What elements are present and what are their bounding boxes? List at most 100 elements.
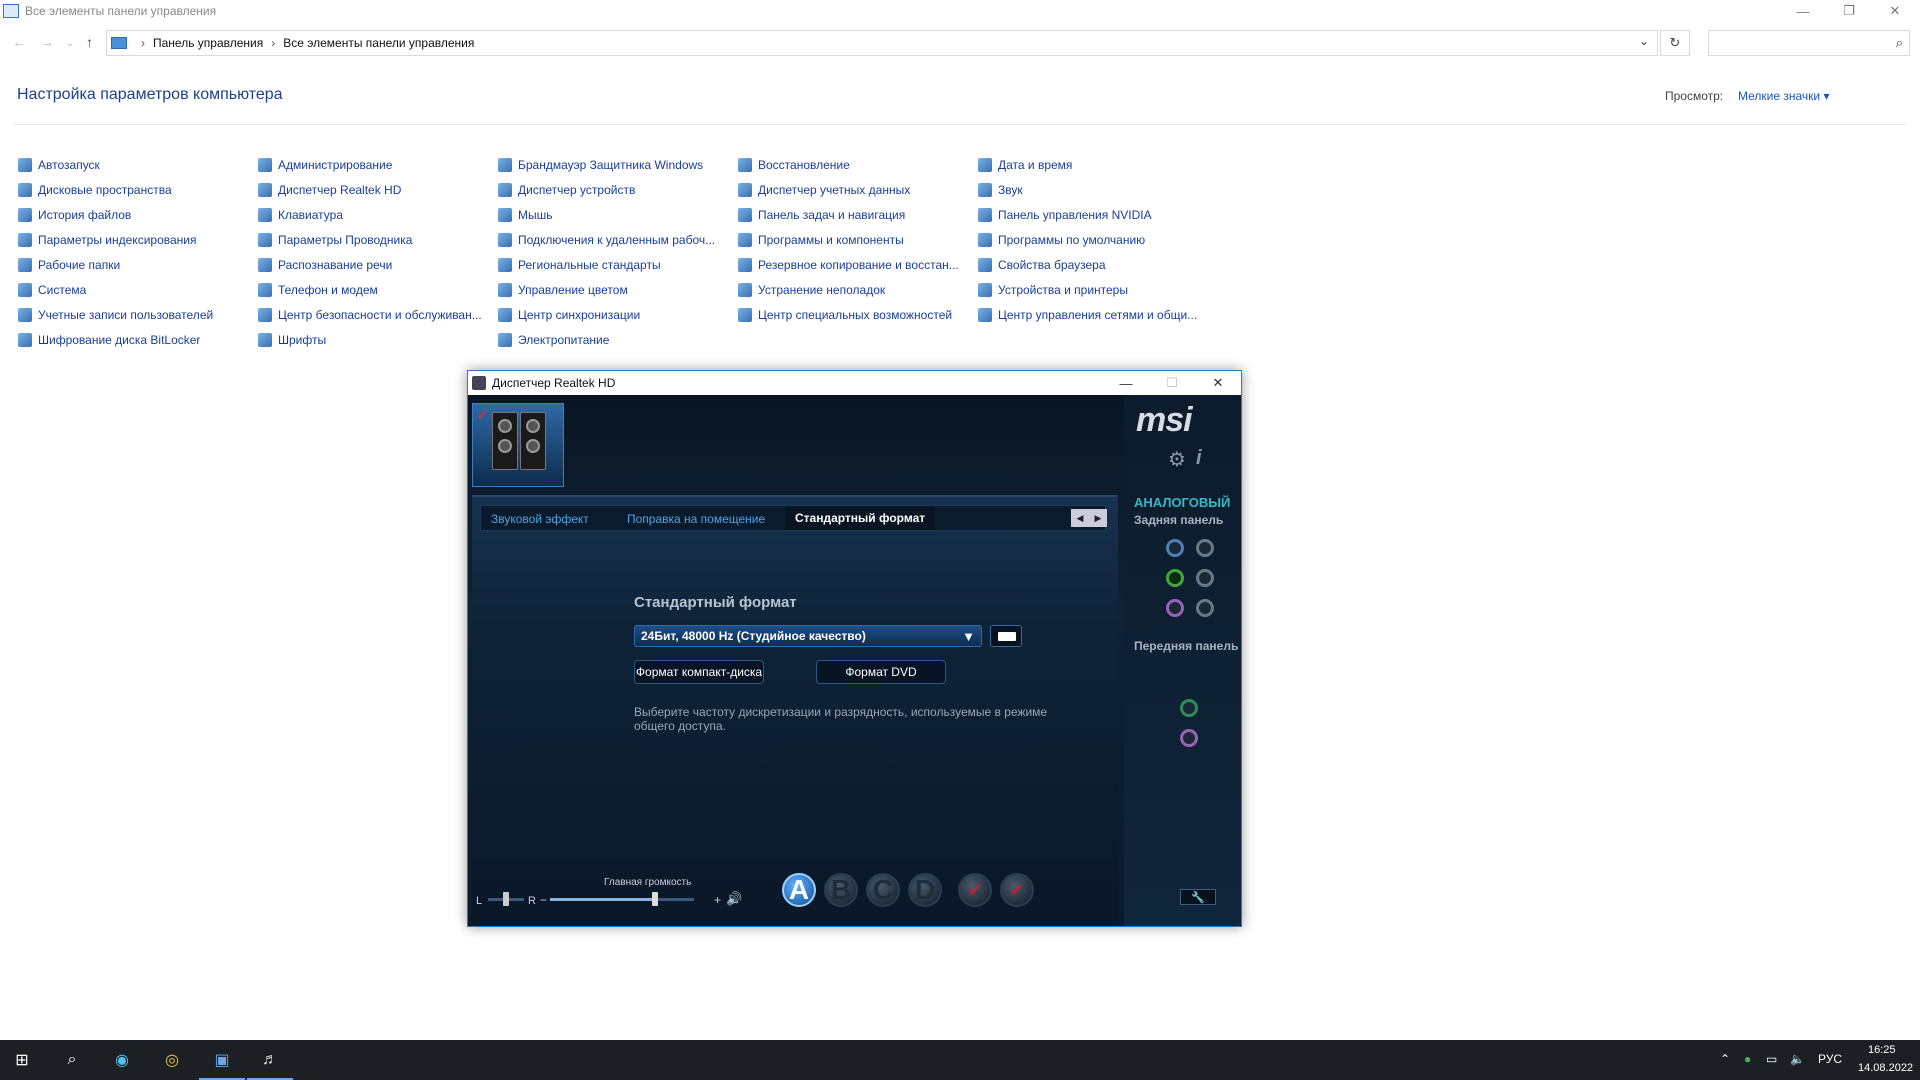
jack-gray-icon[interactable] [1196,539,1214,557]
breadcrumb-all-items[interactable]: Все элементы панели управления [283,36,474,50]
control-panel-item[interactable]: Устранение неполадок [738,277,978,302]
forward-icon[interactable]: → [40,34,54,50]
jack-green-active-icon[interactable] [1166,569,1184,587]
control-panel-item[interactable]: Шифрование диска BitLocker [18,327,258,352]
control-panel-item[interactable]: Центр безопасности и обслуживан... [258,302,498,327]
control-panel-item[interactable]: Шрифты [258,327,498,352]
tab-sound-effect[interactable]: Звуковой эффект [491,512,589,526]
speaker-volume-icon[interactable]: 🔊 [726,891,742,907]
back-icon[interactable]: ← [12,34,26,50]
realtek-maximize-button[interactable]: ☐ [1149,371,1195,395]
master-volume-slider[interactable] [550,892,694,906]
front-jack-pink-icon[interactable] [1180,729,1198,747]
control-panel-item[interactable]: Свойства браузера [978,252,1218,277]
defender-icon[interactable]: ● [1744,1052,1751,1066]
address-bar[interactable]: › Панель управления › Все элементы панел… [106,30,1658,56]
master-volume-knob[interactable] [652,892,659,906]
close-button[interactable]: ✕ [1872,0,1918,22]
jack-gray-icon[interactable] [1196,599,1214,617]
control-panel-item[interactable]: Звук [978,177,1218,202]
language-indicator[interactable]: РУС [1818,1052,1842,1066]
restore-button[interactable]: ❐ [1826,0,1872,22]
control-panel-item[interactable]: Электропитание [498,327,738,352]
volume-down-icon[interactable]: − [540,893,547,907]
apply-check-alt-icon[interactable]: ✔ [1000,873,1034,907]
control-panel-item[interactable]: Центр специальных возможностей [738,302,978,327]
edge-icon[interactable]: ◉ [110,1048,134,1072]
control-panel-item[interactable]: Распознавание речи [258,252,498,277]
control-panel-item[interactable]: Клавиатура [258,202,498,227]
control-panel-item[interactable]: Центр синхронизации [498,302,738,327]
format-select[interactable]: 24Бит, 48000 Hz (Студийное качество) ▼ [634,625,982,647]
breadcrumb-control-panel[interactable]: Панель управления [153,36,263,50]
button-a[interactable]: A [782,873,816,907]
tab-scroll-left-icon[interactable]: ◀ [1071,509,1089,527]
minimize-button[interactable]: — [1780,0,1826,22]
control-panel-item[interactable]: Автозапуск [18,152,258,177]
search-icon[interactable]: ⌕ [60,1048,84,1072]
jack-pink-icon[interactable] [1166,599,1184,617]
control-panel-item[interactable]: Панель задач и навигация [738,202,978,227]
realtek-minimize-button[interactable]: — [1103,371,1149,395]
control-panel-item[interactable]: Устройства и принтеры [978,277,1218,302]
control-panel-item[interactable]: Телефон и модем [258,277,498,302]
up-icon[interactable]: ↑ [86,34,93,50]
clock-time[interactable]: 16:25 [1868,1044,1896,1056]
control-panel-item[interactable]: Администрирование [258,152,498,177]
dvd-format-button[interactable]: Формат DVD [816,660,946,684]
control-panel-item[interactable]: Резервное копирование и восстан... [738,252,978,277]
control-panel-item[interactable]: Параметры индексирования [18,227,258,252]
button-d[interactable]: D [908,873,942,907]
view-mode-dropdown[interactable]: Мелкие значки ▾ [1738,89,1829,103]
control-panel-item[interactable]: Мышь [498,202,738,227]
chevron-up-icon[interactable]: ⌃ [1720,1052,1730,1066]
control-panel-item[interactable]: Дата и время [978,152,1218,177]
control-panel-item[interactable]: Восстановление [738,152,978,177]
start-icon[interactable]: ⊞ [10,1048,34,1072]
button-b[interactable]: B [824,873,858,907]
control-panel-item[interactable]: Программы и компоненты [738,227,978,252]
balance-slider[interactable] [488,892,524,906]
cd-format-button[interactable]: Формат компакт-диска [634,660,764,684]
recent-chevron-icon[interactable]: ⌄ [66,38,74,49]
control-panel-item[interactable]: Программы по умолчанию [978,227,1218,252]
control-panel-taskbar-icon[interactable]: ▣ [210,1048,234,1072]
wrench-button[interactable]: 🔧 [1180,889,1216,905]
jack-gray-icon[interactable] [1196,569,1214,587]
realtek-close-button[interactable]: ✕ [1195,371,1241,395]
control-panel-item[interactable]: Дисковые пространства [18,177,258,202]
realtek-taskbar-icon[interactable]: ♬ [258,1048,282,1072]
info-icon[interactable]: i [1196,447,1202,470]
control-panel-item[interactable]: История файлов [18,202,258,227]
control-panel-item[interactable]: Параметры Проводника [258,227,498,252]
format-toggle[interactable] [990,625,1022,647]
chevron-down-icon[interactable]: ⌄ [1639,34,1649,48]
speakers-device-tile[interactable]: ✔ [472,403,564,487]
control-panel-item[interactable]: Центр управления сетями и общи... [978,302,1218,327]
refresh-button[interactable]: ↻ [1660,30,1690,56]
control-panel-item[interactable]: Управление цветом [498,277,738,302]
volume-up-icon[interactable]: + [714,893,721,907]
chrome-icon[interactable]: ◎ [160,1048,184,1072]
tab-scroll-right-icon[interactable]: ▶ [1089,509,1107,527]
network-icon[interactable]: ▭ [1766,1052,1777,1066]
control-panel-item[interactable]: Рабочие папки [18,252,258,277]
control-panel-item[interactable]: Диспетчер устройств [498,177,738,202]
clock-date[interactable]: 14.08.2022 [1858,1062,1913,1074]
control-panel-item[interactable]: Система [18,277,258,302]
control-panel-item[interactable]: Подключения к удаленным рабоч... [498,227,738,252]
control-panel-item[interactable]: Учетные записи пользователей [18,302,258,327]
jack-blue-icon[interactable] [1166,539,1184,557]
control-panel-item[interactable]: Диспетчер Realtek HD [258,177,498,202]
front-jack-green-icon[interactable] [1180,699,1198,717]
control-panel-item[interactable]: Брандмауэр Защитника Windows [498,152,738,177]
control-panel-item[interactable]: Диспетчер учетных данных [738,177,978,202]
balance-slider-knob[interactable] [503,892,509,906]
control-panel-item[interactable]: Региональные стандарты [498,252,738,277]
apply-check-icon[interactable]: ✔ [958,873,992,907]
tab-default-format[interactable]: Стандартный формат [785,506,936,530]
button-c[interactable]: C [866,873,900,907]
gear-icon[interactable]: ⚙ [1168,447,1186,472]
volume-icon[interactable]: 🔈 [1790,1052,1805,1066]
tab-room-correction[interactable]: Поправка на помещение [627,512,765,526]
